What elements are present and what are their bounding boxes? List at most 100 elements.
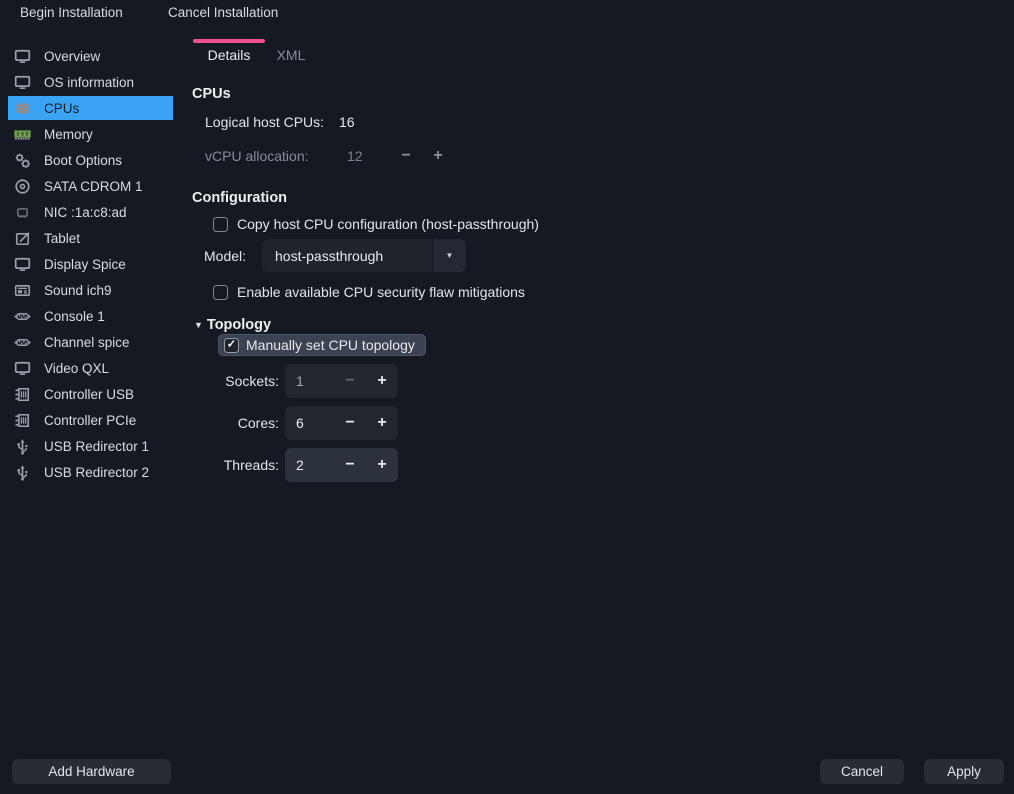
cores-label: Cores: <box>192 415 279 431</box>
threads-increase-button[interactable]: + <box>366 456 398 474</box>
sockets-value[interactable]: 1 <box>285 373 334 389</box>
tab-xml-label: XML <box>268 45 314 65</box>
cores-decrease-button[interactable]: − <box>334 414 366 432</box>
sockets-increase-button[interactable]: + <box>366 372 398 390</box>
memory-icon <box>14 126 31 143</box>
monitor-icon <box>14 74 31 91</box>
sidebar-item-usb-redirector-1[interactable]: USB Redirector 1 <box>8 434 173 458</box>
begin-installation-button[interactable]: Begin Installation <box>20 5 123 20</box>
sockets-decrease-button[interactable]: − <box>334 372 366 390</box>
cpu-details-panel: CPUs Logical host CPUs: 16 vCPU allocati… <box>192 86 932 482</box>
sidebar-item-label: Display Spice <box>44 257 126 272</box>
threads-spinner: 2 − + <box>285 448 398 482</box>
cores-value[interactable]: 6 <box>285 415 334 431</box>
nic-icon <box>14 204 31 221</box>
sidebar-item-label: USB Redirector 1 <box>44 439 149 454</box>
configuration-section-title: Configuration <box>192 190 932 208</box>
cores-row: Cores: 6 − + <box>192 406 932 440</box>
cpu-model-combobox: host-passthrough ▼ <box>262 239 466 272</box>
tab-details[interactable]: Details <box>193 39 265 69</box>
sidebar-item-label: Console 1 <box>44 309 105 324</box>
copy-host-cpu-label: Copy host CPU configuration (host-passth… <box>237 216 539 232</box>
sidebar-item-cpus[interactable]: CPUs <box>8 96 173 120</box>
sidebar-item-label: Channel spice <box>44 335 130 350</box>
sidebar-item-label: NIC :1a:c8:ad <box>44 205 127 220</box>
sidebar-item-label: Boot Options <box>44 153 122 168</box>
mitigations-checkbox[interactable] <box>213 285 228 300</box>
controller-icon <box>14 386 31 403</box>
sidebar-item-video-qxl[interactable]: Video QXL <box>8 356 173 380</box>
usb-icon <box>14 464 31 481</box>
monitor-icon <box>14 256 31 273</box>
hardware-list: Overview OS information CPUs Memory Boot… <box>8 44 173 486</box>
threads-decrease-button[interactable]: − <box>334 456 366 474</box>
tab-details-label: Details <box>193 45 265 65</box>
cpu-model-row: Model: host-passthrough ▼ <box>192 239 932 272</box>
sidebar-item-nic[interactable]: NIC :1a:c8:ad <box>8 200 173 224</box>
threads-row: Threads: 2 − + <box>192 448 932 482</box>
sidebar-item-sound-ich9[interactable]: Sound ich9 <box>8 278 173 302</box>
manual-topology-row[interactable]: ✓ Manually set CPU topology <box>218 334 426 356</box>
mitigations-row: Enable available CPU security flaw mitig… <box>192 282 932 302</box>
add-hardware-button[interactable]: Add Hardware <box>12 759 171 784</box>
controller-icon <box>14 412 31 429</box>
sidebar-item-label: Memory <box>44 127 93 142</box>
details-xml-tabbar: Details XML <box>193 39 314 69</box>
sidebar-item-label: Tablet <box>44 231 80 246</box>
sidebar-item-label: CPUs <box>44 101 79 116</box>
vcpu-increase-button[interactable]: + <box>430 147 446 165</box>
monitor-icon <box>14 48 31 65</box>
sidebar-item-boot-options[interactable]: Boot Options <box>8 148 173 172</box>
manual-topology-checkbox[interactable]: ✓ <box>224 338 239 353</box>
model-label: Model: <box>204 248 262 264</box>
apply-button[interactable]: Apply <box>924 759 1004 784</box>
threads-value[interactable]: 2 <box>285 457 334 473</box>
sidebar-item-usb-redirector-2[interactable]: USB Redirector 2 <box>8 460 173 484</box>
tablet-icon <box>14 230 31 247</box>
topology-expander[interactable]: ▼ Topology <box>192 316 932 334</box>
vm-details-window: Begin Installation Cancel Installation O… <box>0 0 1014 794</box>
tab-xml[interactable]: XML <box>268 39 314 69</box>
sidebar-item-label: SATA CDROM 1 <box>44 179 143 194</box>
logical-host-cpus-label: Logical host CPUs: <box>205 114 339 130</box>
serial-icon <box>14 334 31 351</box>
monitor-icon <box>14 360 31 377</box>
sidebar-item-label: Video QXL <box>44 361 109 376</box>
sidebar-item-label: OS information <box>44 75 134 90</box>
cores-increase-button[interactable]: + <box>366 414 398 432</box>
mitigations-label: Enable available CPU security flaw mitig… <box>237 284 525 300</box>
vcpu-allocation-label: vCPU allocation: <box>205 148 347 164</box>
sockets-row: Sockets: 1 − + <box>192 364 932 398</box>
sidebar-item-controller-usb[interactable]: Controller USB <box>8 382 173 406</box>
vcpu-decrease-button[interactable]: − <box>398 147 414 165</box>
sidebar-item-console-1[interactable]: Console 1 <box>8 304 173 328</box>
vcpu-allocation-value: 12 <box>347 148 398 164</box>
serial-icon <box>14 308 31 325</box>
threads-label: Threads: <box>192 457 279 473</box>
checkmark-icon: ✓ <box>227 339 236 350</box>
sidebar-item-controller-pcie[interactable]: Controller PCIe <box>8 408 173 432</box>
copy-host-cpu-checkbox[interactable] <box>213 217 228 232</box>
copy-host-cpu-row: Copy host CPU configuration (host-passth… <box>192 214 932 234</box>
sidebar-item-display-spice[interactable]: Display Spice <box>8 252 173 276</box>
sidebar-item-tablet[interactable]: Tablet <box>8 226 173 250</box>
sidebar-item-sata-cdrom-1[interactable]: SATA CDROM 1 <box>8 174 173 198</box>
disc-icon <box>14 178 31 195</box>
manual-topology-label: Manually set CPU topology <box>246 337 415 353</box>
cpu-model-entry[interactable]: host-passthrough <box>262 239 432 272</box>
sidebar-item-memory[interactable]: Memory <box>8 122 173 146</box>
sidebar-item-label: Controller USB <box>44 387 134 402</box>
sidebar-item-label: USB Redirector 2 <box>44 465 149 480</box>
sidebar-item-overview[interactable]: Overview <box>8 44 173 68</box>
sidebar-item-channel-spice[interactable]: Channel spice <box>8 330 173 354</box>
cpu-model-value: host-passthrough <box>275 248 383 264</box>
logical-host-cpus-value: 16 <box>339 114 355 130</box>
gears-icon <box>14 152 31 169</box>
chip-icon <box>14 100 31 117</box>
sidebar-item-os-information[interactable]: OS information <box>8 70 173 94</box>
cpu-model-dropdown-button[interactable]: ▼ <box>432 239 466 272</box>
cancel-button[interactable]: Cancel <box>820 759 904 784</box>
cores-spinner: 6 − + <box>285 406 398 440</box>
logical-host-cpus-row: Logical host CPUs: 16 <box>192 112 932 132</box>
cancel-installation-button[interactable]: Cancel Installation <box>168 5 278 20</box>
